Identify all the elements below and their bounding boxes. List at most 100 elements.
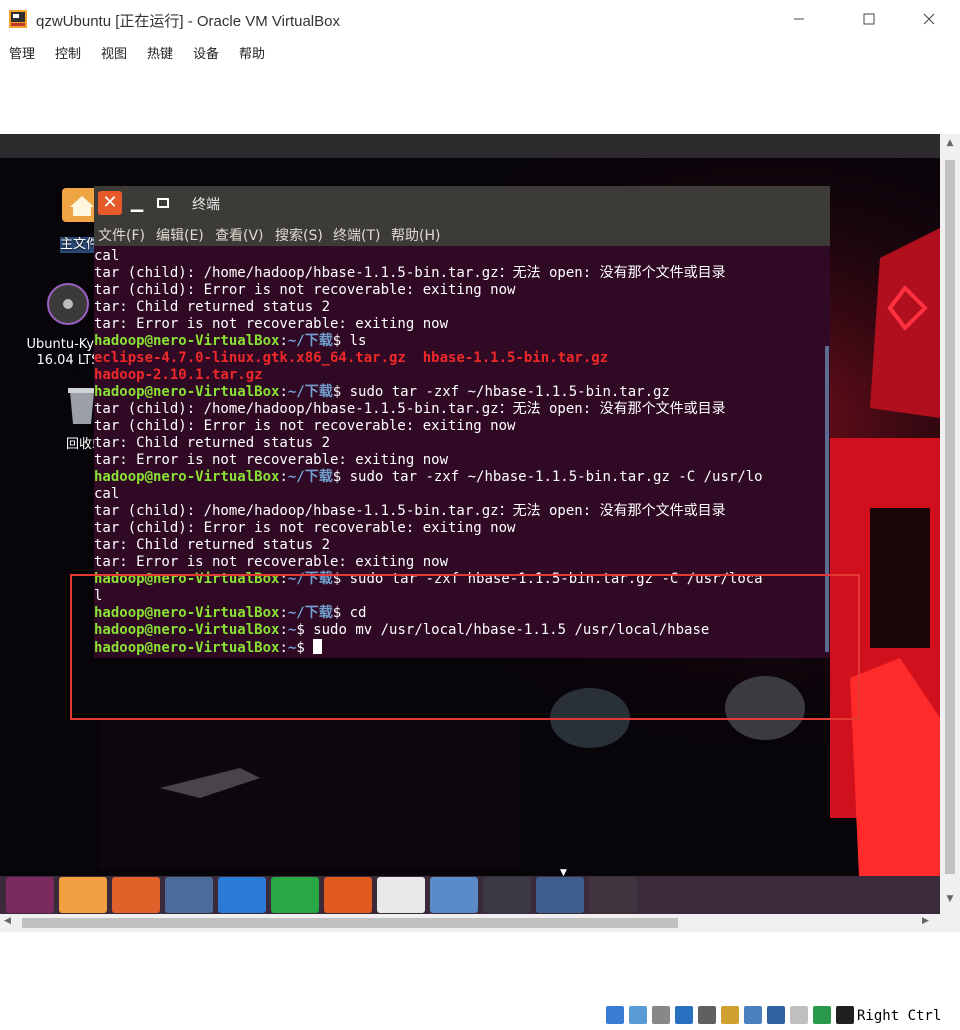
horizontal-scroll-thumb[interactable] (22, 918, 678, 928)
scroll-up-icon[interactable]: ▲ (940, 138, 960, 148)
terminal-output-line: cal (94, 248, 824, 265)
virtualbox-app-icon (9, 10, 27, 28)
wps-writer-icon[interactable] (218, 877, 266, 913)
close-icon (923, 13, 935, 25)
hard-disk-icon[interactable] (606, 1006, 624, 1024)
terminal-output-line: tar: Child returned status 2 (94, 435, 824, 452)
close-button[interactable] (906, 0, 952, 38)
network-icon[interactable] (675, 1006, 693, 1024)
output-text: tar: Error is not recoverable: exiting n… (94, 316, 449, 332)
mouse-integration-icon[interactable] (813, 1006, 831, 1024)
horizontal-scrollbar[interactable]: ◀ ▶ (0, 914, 940, 932)
output-text: tar: Child returned status 2 (94, 435, 331, 451)
terminal-output-line: tar: Child returned status 2 (94, 537, 824, 554)
scroll-down-icon[interactable]: ▼ (940, 894, 960, 904)
terminal-output-line: tar: Error is not recoverable: exiting n… (94, 554, 824, 571)
display-icon[interactable] (744, 1006, 762, 1024)
prompt-user: hadoop@nero-VirtualBox (94, 333, 280, 349)
output-text: tar: Error is not recoverable: exiting n… (94, 452, 449, 468)
scroll-corner (940, 914, 960, 932)
wps-presentation-icon[interactable] (324, 877, 372, 913)
terminal-output-line: eclipse-4.7.0-linux.gtk.x86_64.tar.gz hb… (94, 350, 824, 367)
terminal-menu-view[interactable]: 查看(V) (215, 225, 264, 245)
kylin-software-icon[interactable] (377, 877, 425, 913)
output-text: tar (child): /home/hadoop/hbase-1.1.5-bi… (94, 401, 726, 417)
output-text: cal (94, 248, 120, 264)
terminal-menu-help[interactable]: 帮助(H) (391, 225, 440, 245)
video-capture-icon[interactable] (767, 1006, 785, 1024)
terminal-menu-edit[interactable]: 编辑(E) (156, 225, 204, 245)
terminal-menu-terminal[interactable]: 终端(T) (333, 225, 380, 245)
maximize-button[interactable] (846, 0, 892, 38)
vertical-scroll-thumb[interactable] (945, 160, 955, 874)
minimize-button[interactable] (776, 0, 822, 38)
menu-help[interactable]: 帮助 (239, 43, 265, 62)
files-icon[interactable] (59, 877, 107, 913)
terminal-output-line: tar (child): Error is not recoverable: e… (94, 520, 824, 537)
chromium-icon[interactable] (165, 877, 213, 913)
terminal-icon[interactable] (483, 877, 531, 913)
terminal-minimize-button[interactable]: ▁ (128, 194, 146, 212)
prompt-user: hadoop@nero-VirtualBox (94, 384, 280, 400)
workspace-switcher-icon[interactable] (536, 877, 584, 913)
prompt-path: ~/下载 (287, 333, 333, 349)
menu-manage[interactable]: 管理 (9, 43, 35, 62)
output-text: tar (child): Error is not recoverable: e… (94, 282, 516, 298)
host-key-label: Right Ctrl (857, 1008, 942, 1024)
terminal-output-line: tar: Error is not recoverable: exiting n… (94, 316, 824, 333)
highlight-annotation (70, 574, 860, 720)
terminal-menu-file[interactable]: 文件(F) (98, 225, 145, 245)
menu-devices[interactable]: 设备 (193, 43, 219, 62)
maximize-icon (863, 13, 875, 25)
prompt-separator: : (279, 333, 288, 349)
screenshot-tool-icon[interactable] (430, 877, 478, 913)
launcher-dock (0, 876, 940, 914)
ls-archive-entry: hadoop-2.10.1.tar.gz (94, 367, 263, 383)
terminal-output-line: tar: Error is not recoverable: exiting n… (94, 452, 824, 469)
terminal-titlebar[interactable]: ✕ ▁ 终端 (94, 186, 830, 220)
prompt-command: $ sudo tar -zxf ~/hbase-1.1.5-bin.tar.gz (332, 384, 670, 400)
ubuntu-logo-icon[interactable] (6, 877, 54, 913)
minimize-icon (794, 18, 804, 20)
prompt-separator: : (279, 469, 288, 485)
terminal-output-line: hadoop-2.10.1.tar.gz (94, 367, 824, 384)
menu-view[interactable]: 视图 (101, 43, 127, 62)
menu-control[interactable]: 控制 (55, 43, 81, 62)
vbox-menubar: 管理 控制 视图 热键 设备 帮助 (0, 38, 960, 66)
scroll-left-icon[interactable]: ◀ (4, 916, 11, 926)
prompt-separator: : (279, 384, 288, 400)
terminal-menu-search[interactable]: 搜索(S) (275, 225, 323, 245)
output-text: tar (child): /home/hadoop/hbase-1.1.5-bi… (94, 503, 726, 519)
dvd-icon[interactable] (589, 877, 637, 913)
minimize-icon: ▁ (130, 193, 144, 212)
terminal-output-line: tar (child): /home/hadoop/hbase-1.1.5-bi… (94, 503, 824, 520)
cpu-icon[interactable] (790, 1006, 808, 1024)
usb-icon[interactable] (698, 1006, 716, 1024)
terminal-prompt-line: hadoop@nero-VirtualBox:~/下载$ ls (94, 333, 824, 350)
maximize-icon (157, 198, 169, 208)
shared-folders-icon[interactable] (721, 1006, 739, 1024)
firefox-icon[interactable] (112, 877, 160, 913)
menu-hotkey[interactable]: 热键 (147, 43, 173, 62)
output-text: tar (child): Error is not recoverable: e… (94, 520, 516, 536)
wps-spreadsheet-icon[interactable] (271, 877, 319, 913)
terminal-prompt-line: hadoop@nero-VirtualBox:~/下载$ sudo tar -z… (94, 384, 824, 401)
output-text: tar: Child returned status 2 (94, 537, 331, 553)
vbox-statusbar: Right Ctrl (0, 1000, 960, 1030)
guest-display[interactable]: 主文件夹 Ubuntu-Kylin 16.04 LTS amd64 回收站 ✕ … (0, 134, 940, 914)
ls-archive-entry: eclipse-4.7.0-linux.gtk.x86_64.tar.gz hb… (94, 350, 609, 366)
prompt-command: $ sudo tar -zxf ~/hbase-1.1.5-bin.tar.gz… (332, 469, 763, 485)
output-text: tar (child): /home/hadoop/hbase-1.1.5-bi… (94, 265, 726, 281)
audio-icon[interactable] (652, 1006, 670, 1024)
terminal-output-line: tar: Child returned status 2 (94, 299, 824, 316)
terminal-title: 终端 (192, 197, 220, 213)
terminal-maximize-button[interactable] (154, 194, 172, 212)
output-text: tar: Error is not recoverable: exiting n… (94, 554, 449, 570)
prompt-path: ~/下载 (287, 384, 333, 400)
host-key-icon[interactable] (836, 1006, 854, 1024)
scroll-right-icon[interactable]: ▶ (922, 916, 929, 926)
terminal-close-button[interactable]: ✕ (98, 191, 122, 215)
output-text: cal (94, 486, 120, 502)
optical-drive-icon[interactable] (629, 1006, 647, 1024)
vertical-scrollbar[interactable]: ▲ ▼ (940, 134, 960, 914)
